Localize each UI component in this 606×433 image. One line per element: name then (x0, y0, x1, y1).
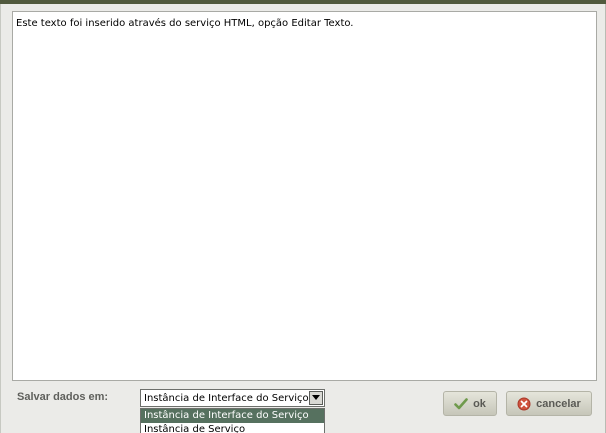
save-location-select[interactable]: Instância de Interface do Serviço (140, 389, 325, 407)
editor-content: Este texto foi inserido através do servi… (16, 18, 354, 29)
cancel-button[interactable]: cancelar (506, 391, 592, 416)
dropdown-arrow-icon[interactable] (309, 391, 323, 405)
chevron-down-icon (312, 395, 320, 400)
text-editor-area[interactable]: Este texto foi inserido através do servi… (12, 11, 597, 381)
checkmark-icon (454, 397, 468, 409)
save-data-label: Salvar dados em: (17, 391, 109, 403)
ok-button-label: ok (473, 397, 486, 410)
cancel-circle-icon (517, 397, 531, 410)
option-instancia-interface-servico[interactable]: Instância de Interface do Serviço (141, 409, 324, 423)
ok-button[interactable]: ok (443, 391, 497, 416)
save-location-selected: Instância de Interface do Serviço (144, 393, 309, 404)
cancel-button-label: cancelar (536, 397, 581, 410)
editor-dialog: Este texto foi inserido através do servi… (0, 4, 606, 433)
save-location-options[interactable]: Instância de Interface do Serviço Instân… (140, 408, 325, 433)
option-instancia-servico[interactable]: Instância de Serviço (141, 423, 324, 433)
